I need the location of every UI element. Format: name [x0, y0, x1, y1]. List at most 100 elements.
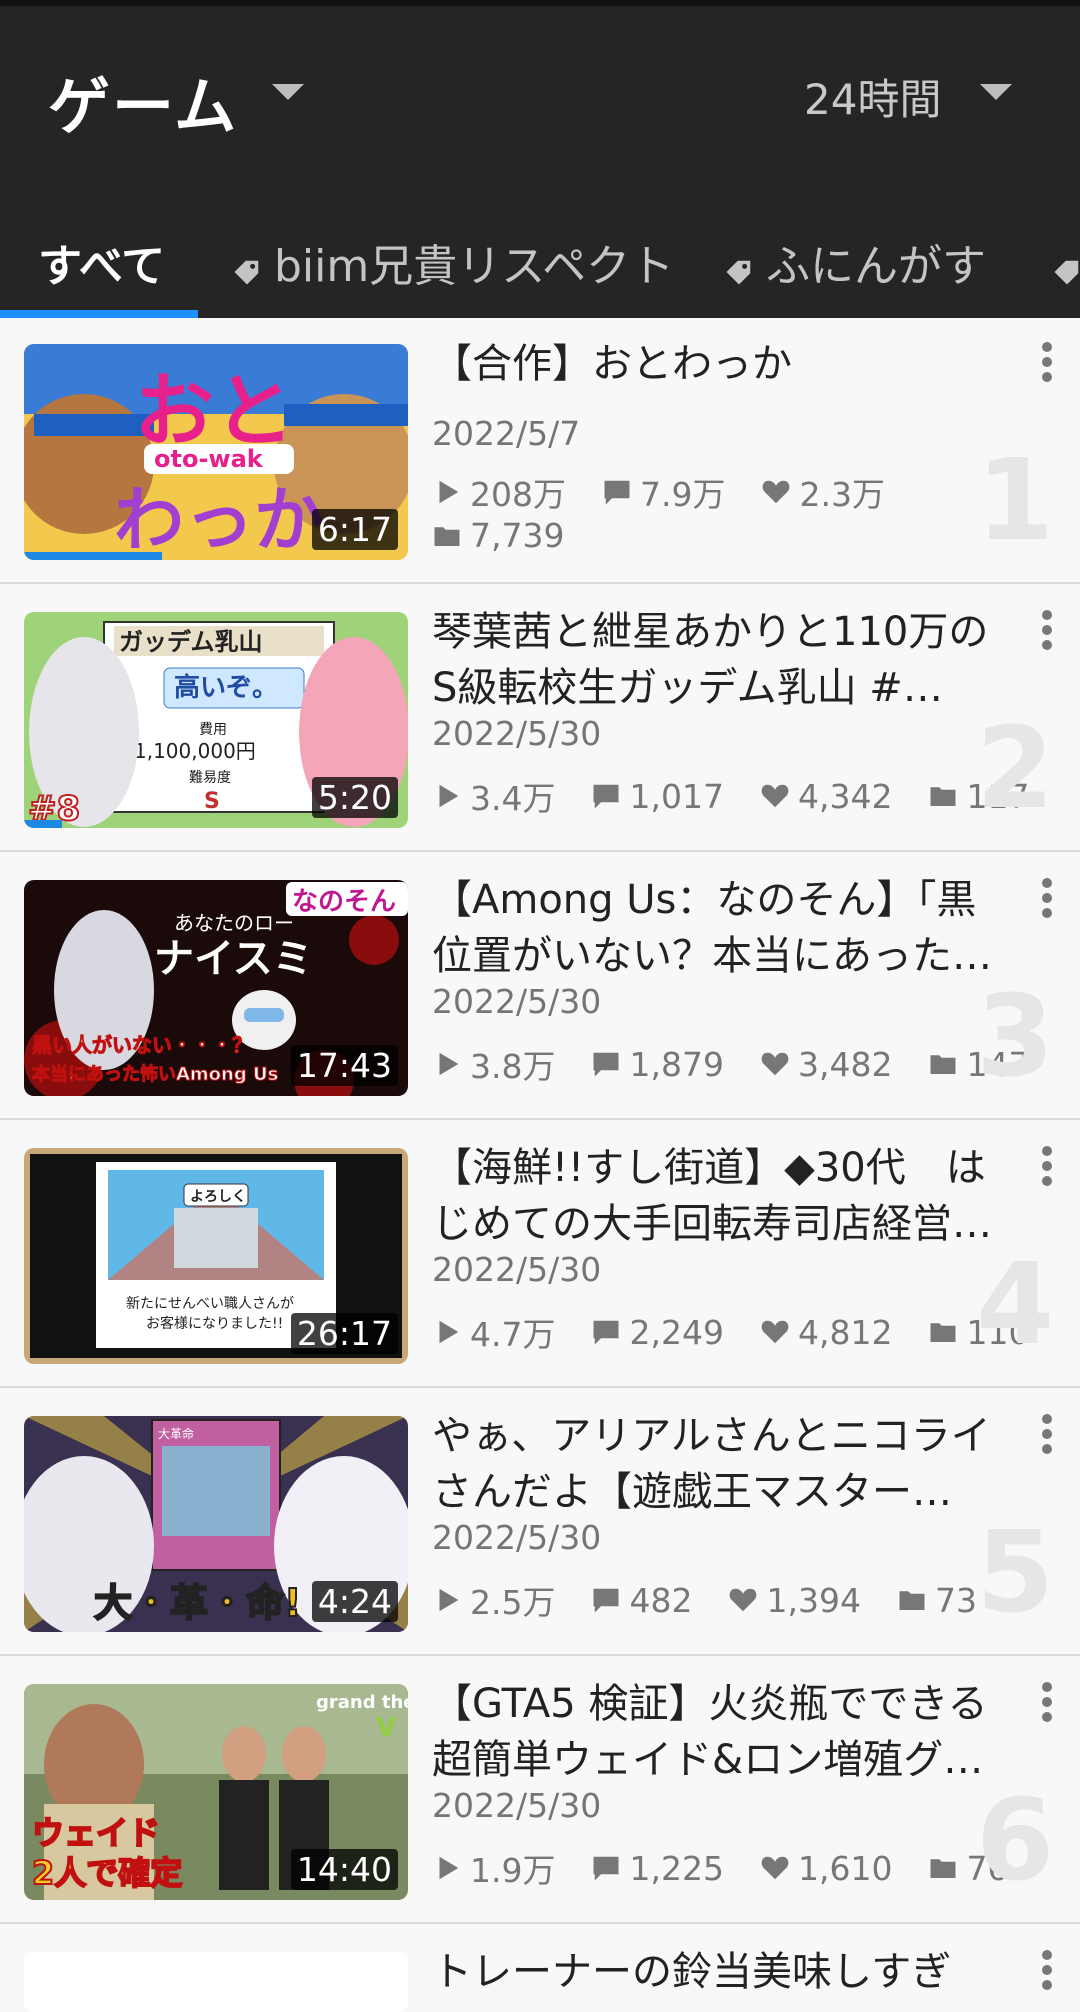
svg-text:V: V	[376, 1713, 396, 1743]
watch-progress-bar	[24, 820, 63, 828]
rank-number: 6	[976, 1776, 1054, 1906]
play-icon	[439, 784, 459, 808]
play-icon	[439, 1588, 459, 1612]
heart-icon	[763, 480, 790, 504]
video-item[interactable]: よろしく 新たにせんべい職人さんが お客様になりました!! 26:17 【海鮮!…	[0, 1122, 1080, 1388]
svg-text:ナイスミ: ナイスミ	[154, 936, 313, 982]
comment-icon	[593, 1856, 619, 1881]
video-thumbnail[interactable]: ガッデム乳山 高いぞ。 費用 1,100,000円 難易度 S #8 5:20	[24, 612, 408, 828]
video-title[interactable]: 【GTA5 検証】火炎瓶でできる超簡単ウェイド&ロン増殖グ…	[432, 1676, 1012, 1788]
views-stat: 1.9万	[432, 1844, 555, 1892]
tab-label: すべて	[38, 240, 166, 292]
play-icon	[439, 1320, 459, 1344]
folder-icon	[930, 1055, 956, 1074]
category-title[interactable]: ゲーム	[48, 56, 238, 146]
comments-stat: 482	[591, 1581, 692, 1620]
video-thumbnail[interactable]: 大革命 大・革・命! 4:24	[24, 1416, 408, 1632]
heart-icon	[761, 784, 789, 808]
svg-text:大革命: 大革命	[158, 1426, 194, 1441]
video-stats: 2.5万 482 1,394 73	[432, 1576, 1013, 1624]
svg-text:よろしく: よろしく	[190, 1189, 246, 1205]
svg-text:大・革・命!: 大・革・命!	[94, 1581, 301, 1625]
likes-stat: 1,610	[760, 1849, 892, 1888]
tag-icon	[724, 247, 754, 284]
comment-icon	[604, 480, 630, 505]
video-item[interactable]: ガッデム乳山 高いぞ。 費用 1,100,000円 難易度 S #8 5:20 …	[0, 586, 1080, 852]
video-thumbnail[interactable]	[24, 1952, 408, 2012]
video-item[interactable]: おと oto-wak わっか 6:17 【合作】おとわっか 2022/5/7 2…	[0, 318, 1080, 584]
tab-biim-respect[interactable]: biim兄貴リスペクト	[232, 205, 674, 318]
more-options-icon[interactable]	[1042, 342, 1054, 382]
more-options-icon[interactable]	[1042, 878, 1054, 918]
video-date: 2022/5/30	[432, 1518, 602, 1557]
video-thumbnail[interactable]: おと oto-wak わっか 6:17	[24, 344, 408, 560]
rank-number: 5	[976, 1508, 1054, 1638]
video-thumbnail[interactable]: grand theft auto V ウェイド 2人で確定 14:40	[24, 1684, 408, 1900]
video-stats: 1.9万 1,225 1,610 76	[432, 1844, 1044, 1892]
rank-number: 2	[976, 704, 1054, 834]
play-icon	[439, 480, 459, 504]
svg-text:grand theft auto: grand theft auto	[316, 1692, 408, 1713]
video-item[interactable]: トレーナーの鈴当美味しすぎ	[0, 1926, 1080, 2012]
video-stats: 3.8万 1,879 3,482 147	[432, 1040, 1065, 1088]
comment-icon	[593, 1320, 619, 1345]
tab-all[interactable]: すべて	[38, 205, 165, 318]
likes-stat: 4,812	[760, 1313, 892, 1352]
tab-label: biim兄貴リスペクト	[274, 240, 675, 292]
mylist-stat: 7,739	[432, 516, 564, 555]
folder-icon	[899, 1591, 925, 1610]
video-title[interactable]: 琴葉茜と紲星あかりと110万のS級転校生ガッデム乳山 #…	[432, 604, 1012, 716]
tag-icon	[1052, 247, 1080, 284]
rank-number: 3	[976, 972, 1054, 1102]
views-stat: 2.5万	[432, 1576, 555, 1624]
views-stat: 4.7万	[432, 1308, 555, 1356]
views-stat: 3.4万	[432, 772, 555, 820]
folder-icon	[930, 1859, 956, 1878]
svg-text:新たにせんべい職人さんが: 新たにせんべい職人さんが	[126, 1296, 294, 1312]
video-title[interactable]: 【Among Us：なのそん】「黒位置がいない？本当にあった…	[432, 872, 1012, 984]
video-stats: 4.7万 2,249 4,812 110	[432, 1308, 1065, 1356]
active-tab-indicator	[0, 310, 198, 318]
time-range-dropdown-icon[interactable]	[980, 84, 1012, 100]
comment-icon	[593, 784, 619, 809]
thumb-text: oto-wak	[154, 445, 264, 473]
svg-text:あなたのロー: あなたのロー	[174, 911, 294, 935]
comments-stat: 1,879	[591, 1045, 724, 1084]
video-title[interactable]: 【海鮮!!すし街道】◆30代 はじめての大手回転寿司店経営…	[432, 1140, 1012, 1252]
more-options-icon[interactable]	[1042, 1146, 1054, 1186]
video-duration: 6:17	[311, 509, 398, 550]
more-options-icon[interactable]	[1042, 1950, 1054, 1990]
more-options-icon[interactable]	[1042, 1414, 1054, 1454]
likes-stat: 1,394	[728, 1581, 861, 1620]
views-stat: 3.8万	[432, 1040, 555, 1088]
svg-text:お客様になりました!!: お客様になりました!!	[146, 1315, 283, 1332]
rank-number: 1	[976, 436, 1054, 566]
video-thumbnail[interactable]: よろしく 新たにせんべい職人さんが お客様になりました!! 26:17	[24, 1148, 408, 1364]
likes-stat: 2.3万	[761, 468, 885, 516]
time-range-label[interactable]: 24時間	[804, 66, 941, 127]
thumb-text: わっか	[114, 479, 324, 560]
tab-next-partial[interactable]	[1052, 205, 1080, 318]
more-options-icon[interactable]	[1042, 1682, 1054, 1722]
video-title[interactable]: やぁ、アリアルさんとニコライさんだよ【遊戯王マスター…	[432, 1408, 1012, 1520]
comments-stat: 1,017	[591, 777, 724, 816]
video-thumbnail[interactable]: なのそん あなたのロー ナイスミ 黒い人がいない・・・？ 本当にあった怖いAmo…	[24, 880, 408, 1096]
comments-stat: 1,225	[591, 1849, 724, 1888]
comments-stat: 7.9万	[602, 468, 725, 516]
folder-icon	[434, 526, 460, 546]
video-date: 2022/5/30	[432, 982, 602, 1021]
play-icon	[439, 1856, 459, 1880]
video-duration: 4:24	[311, 1581, 398, 1622]
video-item[interactable]: 大革命 大・革・命! 4:24 やぁ、アリアルさんとニコライさんだよ【遊戯王マス…	[0, 1390, 1080, 1656]
video-item[interactable]: なのそん あなたのロー ナイスミ 黒い人がいない・・・？ 本当にあった怖いAmo…	[0, 854, 1080, 1120]
tab-funingasu[interactable]: ふにんがす	[724, 205, 986, 318]
folder-icon	[930, 1323, 956, 1342]
video-title[interactable]: トレーナーの鈴当美味しすぎ	[432, 1944, 1012, 2000]
svg-text:黒い人がいない・・・？: 黒い人がいない・・・？	[32, 1033, 252, 1057]
video-duration: 14:40	[290, 1849, 398, 1890]
more-options-icon[interactable]	[1042, 610, 1054, 650]
svg-text:難易度: 難易度	[189, 770, 231, 786]
video-item[interactable]: grand theft auto V ウェイド 2人で確定 14:40 【GTA…	[0, 1658, 1080, 1924]
category-dropdown-icon[interactable]	[272, 84, 304, 100]
svg-text:ガッデム乳山: ガッデム乳山	[119, 628, 263, 656]
